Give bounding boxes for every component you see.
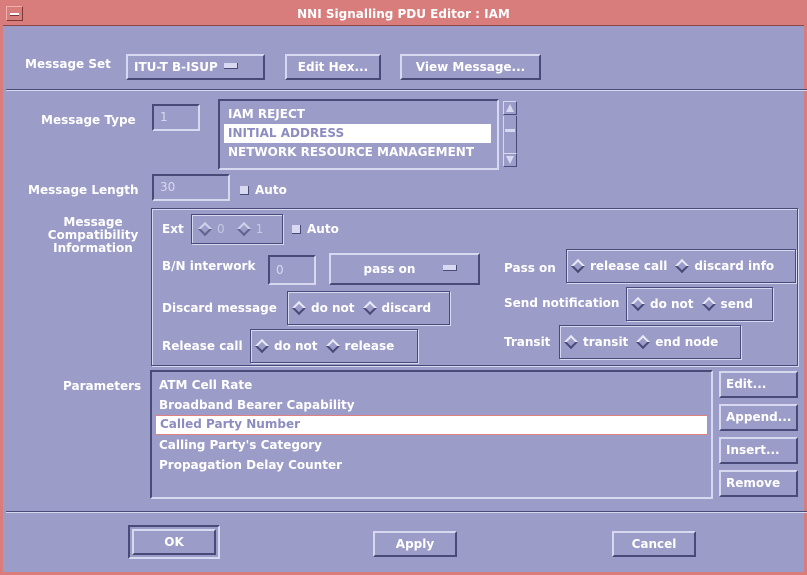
radio-diamond-icon: [236, 221, 251, 237]
parameters-list[interactable]: ATM Cell Rate Broadband Bearer Capabilit…: [150, 370, 713, 499]
ext-auto-checkbox[interactable]: Auto: [292, 222, 339, 236]
pass-on-label: Pass on: [504, 261, 556, 275]
option-menu-indicator-icon: [443, 265, 458, 271]
radio-diamond-icon: [254, 338, 270, 354]
parameters-label: Parameters: [63, 379, 142, 393]
radio-diamond-icon: [630, 296, 646, 312]
message-type-list[interactable]: IAM REJECT INITIAL ADDRESS NETWORK RESOU…: [218, 99, 499, 170]
message-set-label: Message Set: [25, 57, 111, 71]
checkbox-icon: [292, 225, 301, 234]
radio-diamond-icon: [362, 300, 377, 316]
message-length-auto-checkbox[interactable]: Auto: [240, 183, 287, 197]
ext-0-radio[interactable]: 0: [197, 221, 225, 237]
discard-message-radio-group: do not discard: [287, 291, 450, 325]
scroll-thumb[interactable]: [505, 129, 515, 132]
list-item[interactable]: ATM Cell Rate: [155, 375, 708, 395]
edit-parameter-button[interactable]: Edit...: [719, 371, 798, 398]
scroll-up-arrow-icon[interactable]: [503, 101, 517, 115]
send-notification-label: Send notification: [504, 296, 620, 310]
discard-message-label: Discard message: [162, 301, 277, 315]
list-item-selected[interactable]: INITIAL ADDRESS: [224, 124, 491, 143]
bn-interwork-option: pass on: [363, 262, 416, 276]
send-do-not-radio[interactable]: do not: [630, 296, 694, 312]
bn-interwork-dropdown[interactable]: pass on: [329, 253, 480, 285]
send-notification-radio-group: do not send: [626, 287, 773, 321]
release-release-radio[interactable]: release: [325, 338, 394, 354]
ext-radio-group: 0 1: [191, 214, 283, 244]
ok-button[interactable]: OK: [132, 529, 216, 555]
dialog-window: NNI Signalling PDU Editor : IAM Message …: [0, 0, 807, 575]
pass-on-discard-info-radio[interactable]: discard info: [675, 258, 774, 274]
release-do-not-radio[interactable]: do not: [254, 338, 318, 354]
list-item[interactable]: Broadband Bearer Capability: [155, 395, 708, 415]
bn-interwork-input[interactable]: 0: [268, 255, 316, 285]
radio-diamond-icon: [636, 334, 651, 350]
append-parameter-button[interactable]: Append...: [719, 404, 798, 431]
message-type-label: Message Type: [41, 113, 136, 127]
radio-diamond-icon: [570, 258, 586, 274]
radio-diamond-icon: [701, 296, 716, 312]
checkbox-icon: [240, 186, 249, 195]
list-item[interactable]: Propagation Delay Counter: [155, 455, 708, 475]
edit-hex-button[interactable]: Edit Hex...: [285, 54, 381, 80]
title-bar[interactable]: NNI Signalling PDU Editor : IAM: [3, 3, 804, 26]
list-item[interactable]: IAM REJECT: [224, 105, 491, 124]
radio-diamond-icon: [325, 338, 340, 354]
list-item[interactable]: NETWORK RESOURCE MANAGEMENT: [224, 143, 491, 162]
release-call-label: Release call: [162, 339, 243, 353]
radio-diamond-icon: [675, 258, 690, 274]
radio-diamond-icon: [197, 221, 213, 237]
transit-transit-radio[interactable]: transit: [563, 334, 628, 350]
list-item-selected[interactable]: Called Party Number: [155, 415, 708, 435]
insert-parameter-button[interactable]: Insert...: [719, 437, 798, 464]
send-send-radio[interactable]: send: [701, 296, 753, 312]
radio-diamond-icon: [563, 334, 579, 350]
ext-1-radio[interactable]: 1: [236, 221, 263, 237]
radio-diamond-icon: [291, 300, 307, 316]
transit-end-node-radio[interactable]: end node: [636, 334, 718, 350]
message-set-dropdown[interactable]: ITU-T B-ISUP: [126, 54, 265, 80]
transit-label: Transit: [504, 335, 551, 349]
list-item[interactable]: Calling Party's Category: [155, 435, 708, 455]
pass-on-radio-group: release call discard info: [566, 249, 796, 283]
mci-label: Message Compatibility Information: [47, 215, 139, 255]
pass-on-release-call-radio[interactable]: release call: [570, 258, 667, 274]
discard-discard-radio[interactable]: discard: [362, 300, 431, 316]
scroll-track[interactable]: [503, 116, 517, 153]
remove-parameter-button[interactable]: Remove: [719, 470, 798, 497]
window-title: NNI Signalling PDU Editor : IAM: [297, 7, 510, 21]
apply-button[interactable]: Apply: [373, 531, 457, 557]
release-call-radio-group: do not release: [250, 329, 418, 363]
ok-default-frame: OK: [128, 525, 220, 559]
message-set-value: ITU-T B-ISUP: [134, 60, 218, 74]
message-length-input[interactable]: 30: [152, 174, 230, 201]
bn-interwork-label: B/N interwork: [162, 259, 256, 273]
cancel-button[interactable]: Cancel: [612, 531, 696, 557]
separator: [6, 89, 807, 91]
view-message-button[interactable]: View Message...: [400, 54, 541, 80]
option-menu-indicator-icon: [223, 63, 238, 69]
message-length-label: Message Length: [28, 183, 139, 197]
separator: [6, 511, 807, 513]
message-type-scrollbar[interactable]: [501, 99, 519, 170]
ext-label: Ext: [162, 222, 184, 236]
message-type-input[interactable]: 1: [152, 104, 200, 131]
scroll-down-arrow-icon[interactable]: [503, 153, 517, 167]
discard-do-not-radio[interactable]: do not: [291, 300, 355, 316]
transit-radio-group: transit end node: [559, 325, 741, 359]
